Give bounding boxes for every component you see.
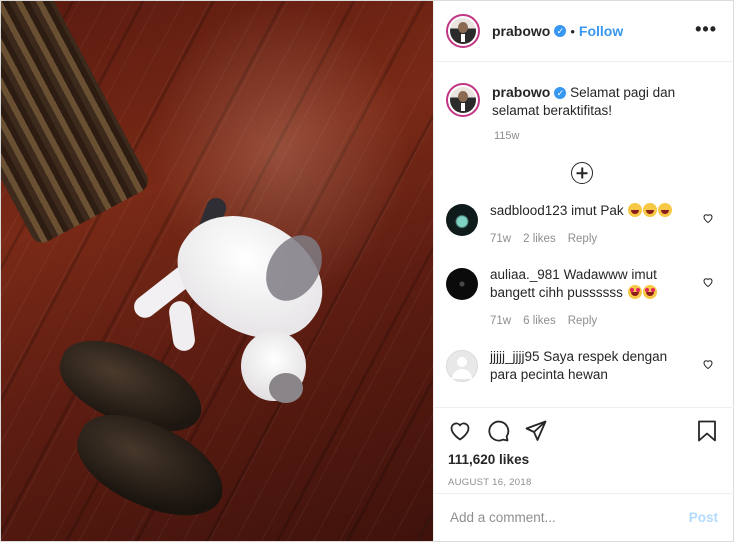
heart-eyes-emoji-icon — [642, 285, 657, 299]
verified-badge-icon: ✓ — [554, 25, 567, 37]
reply-button[interactable]: Reply — [568, 312, 597, 330]
comment-bubble-icon[interactable] — [486, 419, 510, 443]
cat-ear-patch — [269, 373, 303, 403]
cat-hind-leg — [167, 299, 197, 353]
commenter-username[interactable]: auliaa._981 — [490, 267, 560, 282]
author-avatar[interactable] — [446, 14, 480, 48]
heart-eyes-emoji-icon — [627, 285, 642, 299]
comment-item: sadblood123 imut Pak 71w 2 likes Reply — [446, 202, 718, 248]
comment-like-heart-icon[interactable] — [702, 358, 714, 370]
chair-leg — [1, 1, 153, 247]
comment-item: auliaa._981 Wadawww imut bangett cihh pu… — [446, 266, 718, 330]
grinning-squinting-emoji-icon — [643, 203, 658, 217]
caption-username[interactable]: prabowo — [492, 84, 550, 100]
verified-badge-icon: ✓ — [554, 87, 567, 99]
commenter-avatar[interactable] — [446, 204, 478, 236]
comment-text: imut Pak — [571, 203, 624, 218]
caption: prabowo ✓ Selamat pagi dan selamat berakt… — [446, 83, 718, 120]
commenter-avatar-placeholder[interactable] — [446, 350, 478, 382]
post-photo[interactable] — [1, 1, 433, 541]
bookmark-icon[interactable] — [696, 419, 718, 443]
grinning-squinting-emoji-icon — [658, 203, 673, 217]
comment-meta: 71w 6 likes Reply — [490, 312, 690, 330]
comment-like-heart-icon[interactable] — [702, 276, 714, 288]
comment-item: jjjjj_jjjj95 Saya respek dengan para pec… — [446, 348, 718, 384]
caption-text: prabowo ✓ Selamat pagi dan selamat berakt… — [492, 83, 712, 120]
comments-list[interactable]: prabowo ✓ Selamat pagi dan selamat berakt… — [434, 63, 734, 407]
comment-like-heart-icon[interactable] — [702, 212, 714, 224]
comment-likes[interactable]: 6 likes — [523, 312, 556, 330]
load-more-comments-icon[interactable] — [571, 162, 593, 184]
more-options-icon[interactable]: ••• — [695, 20, 717, 38]
reply-button[interactable]: Reply — [568, 230, 597, 248]
add-comment-bar: Post — [434, 493, 734, 541]
likes-count[interactable]: 111,620 likes — [448, 452, 718, 467]
paper-plane-icon[interactable] — [524, 419, 548, 443]
comment-time[interactable]: 71w — [490, 312, 511, 330]
post-sidebar: prabowo ✓ • Follow ••• prabowo ✓ Selamat … — [433, 1, 734, 541]
post-comment-button[interactable]: Post — [689, 510, 718, 525]
add-comment-input[interactable] — [450, 510, 689, 525]
author-username[interactable]: prabowo — [492, 23, 550, 39]
caption-avatar[interactable] — [446, 83, 480, 117]
comment-meta: 71w 2 likes Reply — [490, 230, 690, 248]
action-icons — [448, 418, 718, 444]
caption-time[interactable]: 115w — [494, 130, 718, 142]
post-actions: 111,620 likes AUGUST 16, 2018 — [434, 407, 734, 488]
commenter-username[interactable]: sadblood123 — [490, 203, 567, 218]
post-header: prabowo ✓ • Follow ••• — [434, 1, 733, 62]
comment-time[interactable]: 71w — [490, 230, 511, 248]
header-separator: • — [570, 23, 575, 39]
post-date[interactable]: AUGUST 16, 2018 — [448, 477, 718, 488]
comment-likes[interactable]: 2 likes — [523, 230, 556, 248]
grinning-squinting-emoji-icon — [628, 203, 643, 217]
heart-outline-icon[interactable] — [448, 419, 472, 443]
commenter-avatar[interactable] — [446, 268, 478, 300]
commenter-username[interactable]: jjjjj_jjjj95 — [490, 349, 540, 364]
follow-button[interactable]: Follow — [579, 23, 623, 39]
instagram-post: prabowo ✓ • Follow ••• prabowo ✓ Selamat … — [0, 0, 734, 542]
